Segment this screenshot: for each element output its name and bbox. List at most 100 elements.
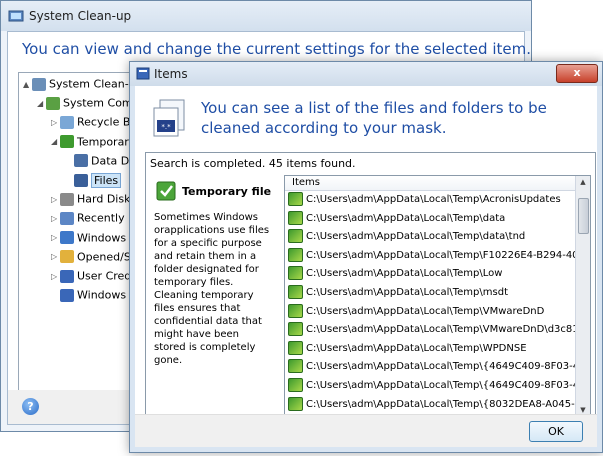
folder-check-icon xyxy=(288,340,303,355)
tree-item-icon xyxy=(60,135,74,149)
svg-text:*.*: *.* xyxy=(161,123,171,131)
tree-item[interactable]: ▷ Recycle Bir xyxy=(51,115,138,133)
list-item-path: C:\Users\adm\AppData\Local\Temp\VMwareDn… xyxy=(306,305,545,317)
list-item[interactable]: C:\Users\adm\AppData\Local\Temp\data\tnd xyxy=(285,228,576,247)
tree-item[interactable]: Data De xyxy=(65,154,136,172)
tree-item-label: Files xyxy=(91,172,122,188)
tree-item-icon xyxy=(46,96,60,110)
list-item-path: C:\Users\adm\AppData\Local\Temp\WPDNSE xyxy=(306,342,527,354)
help-icon[interactable]: ? xyxy=(22,398,39,415)
description-text: Sometimes Windows orapplications use fil… xyxy=(154,212,270,366)
tree-item-label: System Clean-up xyxy=(49,77,140,91)
close-button[interactable]: x xyxy=(556,64,598,83)
items-dialog-titlebar[interactable]: Items x xyxy=(130,62,602,86)
tree-item[interactable]: ◢ Temporary xyxy=(51,135,135,153)
folder-check-icon xyxy=(288,210,303,225)
tree-item-label: Recently U xyxy=(77,211,137,225)
list-item[interactable]: C:\Users\adm\AppData\Local\Temp\msdt xyxy=(285,284,576,303)
folder-check-icon xyxy=(288,359,303,374)
list-item[interactable]: C:\Users\adm\AppData\Local\Temp\data xyxy=(285,210,576,229)
folder-check-icon xyxy=(288,322,303,337)
list-item-path: C:\Users\adm\AppData\Local\Temp\msdt xyxy=(306,286,508,298)
tree-item-icon xyxy=(60,250,74,264)
vertical-scrollbar[interactable]: ▲ ▼ xyxy=(575,176,590,416)
list-item-path: C:\Users\adm\AppData\Local\Temp\F10226E4… xyxy=(306,249,576,261)
list-item[interactable]: C:\Users\adm\AppData\Local\Temp\AcronisU… xyxy=(285,191,576,210)
expand-arrow-icon[interactable]: ▲ xyxy=(23,80,32,89)
ok-button[interactable]: OK xyxy=(529,421,583,442)
scroll-down-icon[interactable]: ▼ xyxy=(576,406,590,414)
items-dialog-footer: OK xyxy=(135,414,597,447)
tree-item-icon xyxy=(60,211,74,225)
temporary-file-icon xyxy=(156,181,176,201)
list-item-path: C:\Users\adm\AppData\Local\Temp\{8032DEA… xyxy=(306,398,576,410)
tree-item-icon xyxy=(60,288,74,302)
folder-check-icon xyxy=(288,229,303,244)
tree-item[interactable]: ▷ User Crede xyxy=(51,269,138,287)
list-item-path: C:\Users\adm\AppData\Local\Temp\data\tnd xyxy=(306,231,526,243)
items-dialog-title: Items xyxy=(154,67,188,81)
expand-arrow-icon[interactable]: ▷ xyxy=(51,118,60,127)
folder-check-icon xyxy=(288,266,303,281)
items-panel: Search is completed. 45 items found. Tem… xyxy=(145,152,596,434)
list-item[interactable]: C:\Users\adm\AppData\Local\Temp\{8032DEA… xyxy=(285,396,576,415)
tree-item-icon xyxy=(74,173,88,187)
folder-check-icon xyxy=(288,247,303,262)
folder-check-icon xyxy=(288,396,303,411)
vertical-scroll-thumb[interactable] xyxy=(578,198,589,234)
tree-item[interactable]: ▷ Windows F xyxy=(51,231,136,249)
items-list[interactable]: Items C:\Users\adm\AppData\Local\Temp\Ac… xyxy=(284,175,591,431)
file-list-icon: *.* xyxy=(153,99,185,137)
folder-check-icon xyxy=(288,377,303,392)
list-item[interactable]: C:\Users\adm\AppData\Local\Temp\WPDNSE xyxy=(285,340,576,359)
tree-item[interactable]: Files xyxy=(65,172,122,191)
tree-item-icon xyxy=(60,231,74,245)
folder-check-icon xyxy=(288,284,303,299)
tree-item-label: Windows F xyxy=(77,231,136,245)
tree-item[interactable]: ▷ Opened/Sa xyxy=(51,250,138,268)
list-item[interactable]: C:\Users\adm\AppData\Local\Temp\VMwareDn… xyxy=(285,303,576,322)
expand-arrow-icon[interactable]: ◢ xyxy=(51,137,60,146)
list-item[interactable]: C:\Users\adm\AppData\Local\Temp\{4649C40… xyxy=(285,358,576,377)
list-item-path: C:\Users\adm\AppData\Local\Temp\Low xyxy=(306,268,503,280)
tree-item[interactable]: Windows P xyxy=(51,288,136,306)
list-item[interactable]: C:\Users\adm\AppData\Local\Temp\F10226E4… xyxy=(285,247,576,266)
tree-item-icon xyxy=(60,115,74,129)
expand-arrow-icon[interactable]: ▷ xyxy=(51,252,60,261)
tree-item-label: Windows P xyxy=(77,288,137,302)
list-item[interactable]: C:\Users\adm\AppData\Local\Temp\Low xyxy=(285,265,576,284)
cleanup-tree[interactable]: ▲ System Clean-up ◢ System Comp ▷ Recycle Bir… xyxy=(18,72,140,392)
tree-item-icon xyxy=(32,77,46,91)
items-column-header[interactable]: Items xyxy=(285,176,576,191)
expand-arrow-icon[interactable]: ▷ xyxy=(51,233,60,242)
list-item-path: C:\Users\adm\AppData\Local\Temp\data xyxy=(306,212,506,224)
tree-item-icon xyxy=(60,269,74,283)
description-title: Temporary file xyxy=(182,185,272,198)
list-item-path: C:\Users\adm\AppData\Local\Temp\VMwareDn… xyxy=(306,324,576,336)
tree-item[interactable]: ▷ Recently U xyxy=(51,211,136,229)
scroll-up-icon[interactable]: ▲ xyxy=(576,178,590,186)
tree-item-icon xyxy=(60,192,74,206)
list-item-path: C:\Users\adm\AppData\Local\Temp\{4649C40… xyxy=(306,361,576,373)
expand-arrow-icon[interactable]: ▷ xyxy=(51,214,60,223)
tree-item-icon xyxy=(74,154,88,168)
expand-arrow-icon[interactable]: ▷ xyxy=(51,272,60,281)
items-dialog-icon xyxy=(136,67,150,80)
items-dialog: Items x *.* You can see a list of the fi… xyxy=(129,61,603,453)
expand-arrow-icon[interactable]: ▷ xyxy=(51,195,60,204)
items-dialog-body: *.* You can see a list of the files and … xyxy=(135,86,597,447)
system-cleanup-titlebar[interactable]: System Clean-up xyxy=(1,1,531,31)
list-item-path: C:\Users\adm\AppData\Local\Temp\{4649C40… xyxy=(306,379,576,391)
items-header: You can see a list of the files and fold… xyxy=(201,99,547,137)
tree-item[interactable]: ▲ System Clean-up xyxy=(23,77,140,95)
tree-item-label: Temporary xyxy=(77,135,136,149)
list-item[interactable]: C:\Users\adm\AppData\Local\Temp\VMwareDn… xyxy=(285,321,576,340)
folder-check-icon xyxy=(288,303,303,318)
list-item[interactable]: C:\Users\adm\AppData\Local\Temp\{4649C40… xyxy=(285,377,576,396)
folder-check-icon xyxy=(288,192,303,206)
settings-header: You can view and change the current sett… xyxy=(22,40,531,58)
tree-item[interactable]: ▷ Hard Disk F xyxy=(51,192,139,210)
expand-arrow-icon[interactable]: ◢ xyxy=(37,99,46,108)
tree-item[interactable]: ◢ System Comp xyxy=(37,96,139,114)
system-cleanup-title: System Clean-up xyxy=(29,9,132,23)
